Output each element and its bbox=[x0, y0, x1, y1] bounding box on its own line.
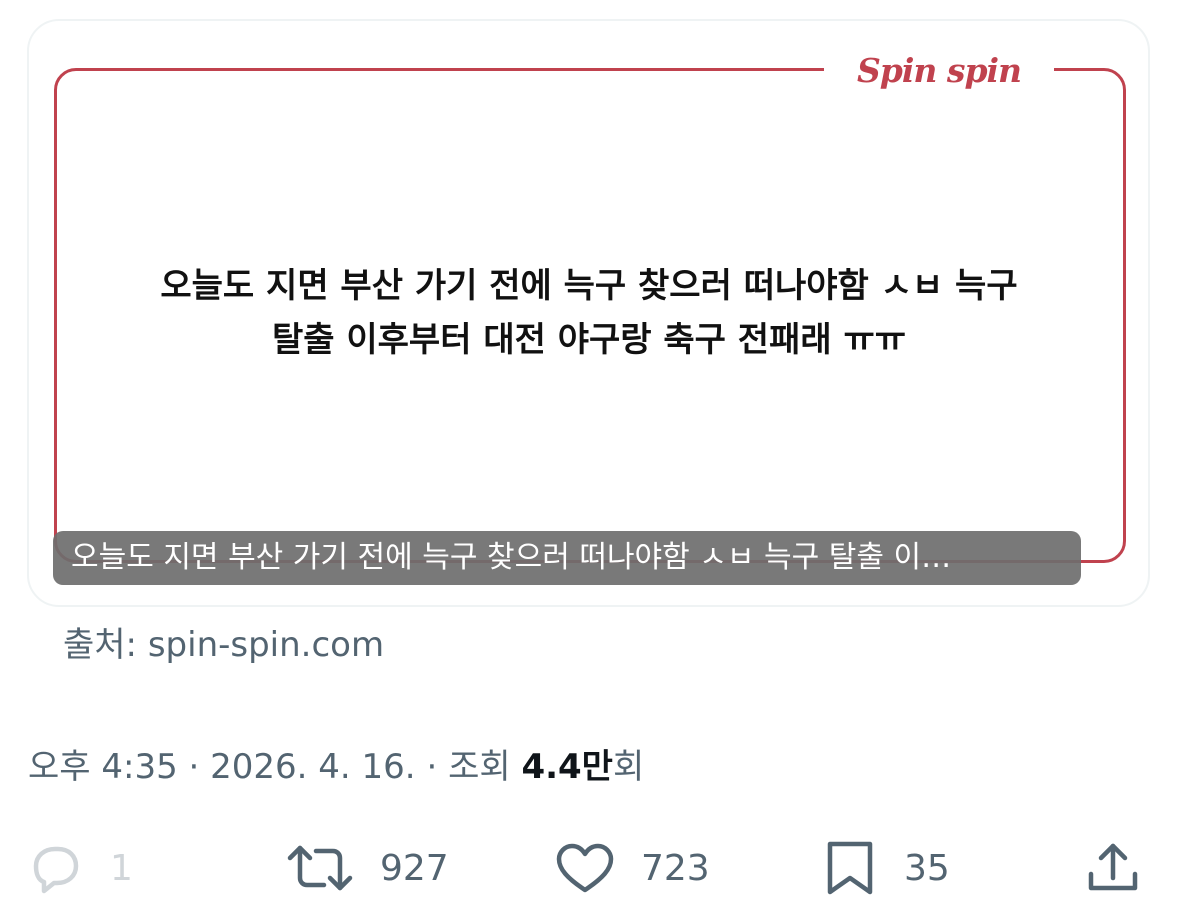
brand-logo: Spin spin bbox=[824, 49, 1054, 93]
bookmark-button[interactable]: 35 bbox=[822, 838, 950, 898]
like-count: 723 bbox=[641, 847, 710, 889]
share-upload-icon bbox=[1085, 840, 1141, 896]
card-text-line: 오늘도 지면 부산 가기 전에 늑구 찾으러 떠나야함 ㅅㅂ 늑구 bbox=[160, 266, 1018, 306]
reply-bubble-icon bbox=[28, 842, 84, 894]
link-card[interactable]: Spin spin 오늘도 지면 부산 가기 전에 늑구 찾으러 떠나야함 ㅅㅂ… bbox=[27, 19, 1150, 607]
bookmark-icon bbox=[822, 840, 878, 896]
repost-arrows-icon bbox=[286, 842, 354, 894]
post-time[interactable]: 오후 4:35 bbox=[28, 747, 178, 787]
meta-separator: · bbox=[188, 747, 211, 787]
card-title-overlay: 오늘도 지면 부산 가기 전에 늑구 찾으러 떠나야함 ㅅㅂ 늑구 탈출 이… bbox=[53, 531, 1081, 585]
share-button[interactable] bbox=[1085, 838, 1141, 898]
reply-count: 1 bbox=[110, 847, 133, 889]
views-label: 조회 bbox=[448, 747, 511, 787]
post-date[interactable]: 2026. 4. 16. bbox=[210, 747, 415, 787]
card-image-text: 오늘도 지면 부산 가기 전에 늑구 찾으러 떠나야함 ㅅㅂ 늑구 탈출 이후부… bbox=[89, 259, 1089, 367]
views-suffix: 회 bbox=[612, 747, 645, 787]
bookmark-count: 35 bbox=[904, 847, 950, 889]
repost-count: 927 bbox=[380, 847, 449, 889]
reply-button[interactable]: 1 bbox=[28, 838, 133, 898]
repost-button[interactable]: 927 bbox=[286, 838, 449, 898]
like-button[interactable]: 723 bbox=[555, 838, 710, 898]
card-text-line: 탈출 이후부터 대전 야구랑 축구 전패래 ㅠㅠ bbox=[271, 320, 907, 360]
heart-icon bbox=[555, 842, 615, 894]
views-count[interactable]: 4.4만 bbox=[521, 747, 613, 787]
meta-separator: · bbox=[426, 747, 449, 787]
card-source-link[interactable]: 출처: spin-spin.com bbox=[63, 620, 384, 670]
post-meta: 오후 4:35 · 2026. 4. 16. · 조회 4.4만회 bbox=[28, 740, 644, 794]
